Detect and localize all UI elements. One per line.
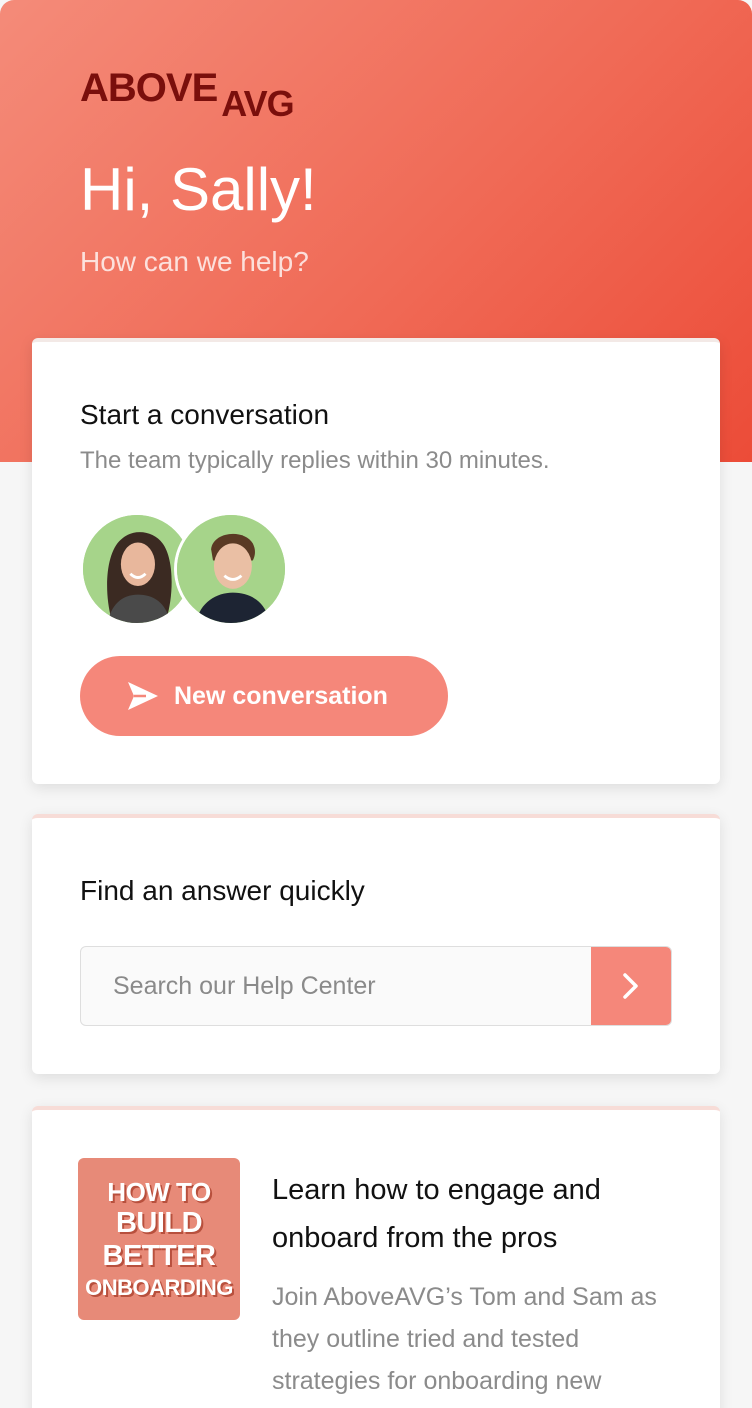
logo-text-above: ABOVE — [80, 66, 218, 110]
card-title: Find an answer quickly — [80, 875, 365, 906]
greeting-subtitle: How can we help? — [80, 246, 309, 277]
avatar — [174, 512, 288, 626]
chevron-right-icon — [623, 973, 638, 999]
send-icon — [126, 680, 160, 712]
search-submit-button[interactable] — [591, 947, 671, 1025]
article-description: Join AboveAVG’s Tom and Sam as they outl… — [272, 1283, 657, 1395]
team-avatars — [80, 512, 300, 628]
reply-time-text: The team typically replies within 30 min… — [80, 447, 550, 474]
thumbnail-text: BUILD — [115, 1207, 203, 1239]
article-title[interactable]: Learn how to engage and onboard from the… — [272, 1166, 682, 1262]
thumbnail-text: BETTER — [102, 1240, 217, 1272]
new-conversation-label: New conversation — [174, 681, 388, 710]
help-search-input[interactable] — [81, 947, 591, 1025]
help-search-card: Find an answer quickly — [32, 814, 720, 1074]
greeting-title: Hi, Sally! — [80, 156, 317, 223]
thumbnail-text: ONBOARDING — [85, 1275, 233, 1300]
new-conversation-button[interactable]: New conversation — [80, 656, 448, 736]
help-search-box — [80, 946, 672, 1026]
card-title: Start a conversation — [80, 399, 330, 430]
article-thumbnail[interactable]: HOW TO BUILD BETTER ONBOARDING — [78, 1158, 240, 1320]
start-conversation-card: Start a conversation The team typically … — [32, 338, 720, 784]
team-member-man-avatar — [177, 515, 285, 623]
thumbnail-text: HOW TO — [107, 1177, 211, 1207]
article-card[interactable]: HOW TO BUILD BETTER ONBOARDING Learn how… — [32, 1106, 720, 1408]
logo-text-avg: AVG — [221, 83, 294, 124]
brand-logo: ABOVE AVG — [80, 66, 295, 124]
